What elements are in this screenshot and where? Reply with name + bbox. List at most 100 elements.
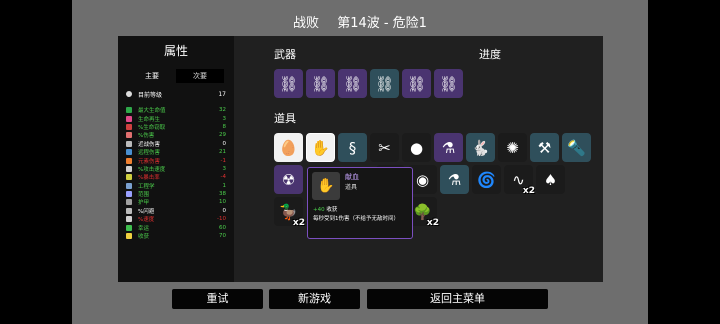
stat-row: 幸运 60 bbox=[126, 223, 226, 232]
stat-row: 元素伤害 -1 bbox=[126, 156, 226, 165]
egg-item-icon[interactable]: 🥚 bbox=[274, 133, 303, 162]
level-label: 目前等级 bbox=[138, 91, 163, 99]
stat-row: %伤害 29 bbox=[126, 131, 226, 139]
red-dagger-item-icon[interactable]: ✂ bbox=[370, 133, 399, 162]
stat-icon bbox=[126, 233, 132, 240]
tab-primary-stats[interactable]: 主要 bbox=[128, 69, 176, 83]
slot-glyph: ⛓ bbox=[342, 74, 363, 93]
slot-glyph: ⛓ bbox=[278, 74, 299, 93]
slot-glyph: 🐇 bbox=[471, 138, 490, 157]
stat-list: 最大生命值 32 生命再生 3 %生命窃取 8 %伤害 29 近战伤害 0 远程伤害 21 元素伤害 -1… bbox=[126, 106, 226, 240]
stat-value: 8 bbox=[222, 123, 227, 130]
slot-glyph: ⛓ bbox=[374, 74, 395, 93]
stat-icon bbox=[126, 157, 132, 164]
weapons-heading: 武器 bbox=[274, 48, 296, 61]
tooltip-detail: 每秒受到1伤害（不给予无敌时间） bbox=[313, 216, 400, 222]
tentacle-item-icon[interactable]: ∿ x2 bbox=[504, 165, 535, 196]
main-menu-button[interactable]: 返回主菜单 bbox=[367, 289, 548, 309]
rabbit-item-icon[interactable]: 🐇 bbox=[466, 133, 495, 162]
wave-label: 第14波 - 危险1 bbox=[337, 16, 427, 31]
spiral-item-icon[interactable]: 🌀 bbox=[472, 165, 501, 194]
turret-weapon-icon[interactable]: ⛓ bbox=[306, 69, 335, 98]
stat-value: -10 bbox=[217, 216, 226, 223]
stat-value: 1 bbox=[222, 182, 227, 189]
tooltip-effect: +40 收获 bbox=[313, 205, 337, 213]
sack-item-icon[interactable]: ♠ bbox=[536, 165, 565, 194]
slot-glyph: 🥚 bbox=[279, 138, 298, 157]
stats-panel: 属性 主要 次要 目前等级 17 最大生命值 32 生命再生 3 %生命窃取 8 %伤害 29… bbox=[118, 36, 234, 282]
turret-weapon-icon[interactable]: ⛓ bbox=[274, 69, 303, 98]
stats-tabs: 主要 次要 bbox=[128, 69, 224, 83]
stat-label: %速度 bbox=[138, 217, 155, 224]
slot-glyph: 🌀 bbox=[477, 170, 496, 189]
result-label: 战败 bbox=[293, 16, 320, 31]
stat-icon bbox=[126, 165, 132, 172]
turret-weapon-icon[interactable]: ⛓ bbox=[370, 69, 399, 98]
stat-label: 元素伤害 bbox=[138, 158, 161, 165]
game-screen: 战败 第14波 - 危险1 属性 主要 次要 目前等级 17 最大生命值 32 生命… bbox=[72, 0, 648, 324]
snake-item-icon[interactable]: § bbox=[338, 133, 367, 162]
stat-label: 最大生命值 bbox=[138, 108, 166, 115]
bloody-hand-tooltip-icon: ✋ bbox=[312, 172, 340, 200]
stat-icon bbox=[126, 224, 132, 231]
level-icon bbox=[126, 91, 132, 97]
potion-item-icon[interactable]: ⚗ bbox=[434, 133, 463, 162]
slot-glyph: ☢ bbox=[281, 170, 296, 189]
turret-weapon-icon[interactable]: ⛓ bbox=[434, 69, 463, 98]
run-result-title: 战败 第14波 - 危险1 bbox=[72, 12, 648, 31]
item-tooltip: ✋ 献血 道具 +40 收获 每秒受到1伤害（不给予无敌时间） bbox=[307, 167, 413, 239]
turret-weapon-icon[interactable]: ⛓ bbox=[402, 69, 431, 98]
stat-value: -4 bbox=[220, 174, 226, 181]
new-game-button[interactable]: 新游戏 bbox=[269, 289, 360, 309]
bloody-hand-item-icon[interactable]: ✋ bbox=[306, 133, 335, 162]
tooltip-item-type: 道具 bbox=[345, 184, 358, 191]
stat-label: 近战伤害 bbox=[138, 141, 161, 148]
stat-value: 70 bbox=[219, 233, 226, 240]
stat-row: %闪避 0 bbox=[126, 207, 226, 215]
alien-tongue-item-icon[interactable]: ☢ bbox=[274, 165, 303, 194]
stat-value: 32 bbox=[219, 107, 226, 114]
stat-label: %生命窃取 bbox=[138, 124, 166, 131]
stat-value: 38 bbox=[219, 191, 226, 198]
anvil-item-icon[interactable]: ⚒ bbox=[530, 133, 559, 162]
retry-button[interactable]: 重试 bbox=[172, 289, 263, 309]
level-value: 17 bbox=[218, 90, 226, 98]
stat-label: %闪避 bbox=[138, 208, 155, 215]
slime-item-icon[interactable]: ● bbox=[402, 133, 431, 162]
stat-row: %速度 -10 bbox=[126, 215, 226, 223]
progress-heading: 进度 bbox=[479, 48, 501, 61]
stat-value: -1 bbox=[220, 157, 226, 164]
stat-icon bbox=[126, 132, 132, 139]
tab-secondary-stats[interactable]: 次要 bbox=[176, 69, 224, 83]
spore-item-icon[interactable]: ✺ bbox=[498, 133, 527, 162]
stat-row: 工程学 1 bbox=[126, 182, 226, 190]
stat-label: 工程学 bbox=[138, 183, 155, 190]
turret-weapon-icon[interactable]: ⛓ bbox=[338, 69, 367, 98]
slot-glyph: ◉ bbox=[415, 170, 430, 189]
stat-label: 远程伤害 bbox=[138, 150, 161, 157]
stat-icon bbox=[126, 140, 132, 147]
stat-icon bbox=[126, 174, 132, 181]
slot-glyph: ⚒ bbox=[537, 138, 552, 157]
slot-glyph: ⛓ bbox=[310, 74, 331, 93]
tooltip-effect-label: 收获 bbox=[326, 207, 338, 213]
stat-label: 幸运 bbox=[138, 225, 150, 232]
tooltip-effect-value: +40 bbox=[313, 207, 325, 213]
stat-row: 收获 70 bbox=[126, 232, 226, 240]
slot-glyph: § bbox=[348, 138, 357, 157]
stat-row: 范围 38 bbox=[126, 190, 226, 198]
stat-row: 近战伤害 0 bbox=[126, 140, 226, 148]
stat-value: 0 bbox=[222, 207, 227, 214]
stat-value: 29 bbox=[219, 132, 226, 139]
stat-value: 21 bbox=[219, 149, 226, 156]
stat-icon bbox=[126, 107, 132, 114]
stat-row: 远程伤害 21 bbox=[126, 148, 226, 156]
stat-icon bbox=[126, 123, 132, 130]
duck-item-icon[interactable]: 🦆 x2 bbox=[274, 197, 305, 228]
flashlight-item-icon[interactable]: 🔦 bbox=[562, 133, 591, 162]
stat-value: 3 bbox=[222, 115, 227, 122]
flask-item-icon[interactable]: ⚗ bbox=[440, 165, 469, 194]
stat-label: %攻击速度 bbox=[138, 166, 166, 173]
stat-value: 3 bbox=[222, 165, 227, 172]
slot-glyph: ✋ bbox=[311, 138, 330, 157]
